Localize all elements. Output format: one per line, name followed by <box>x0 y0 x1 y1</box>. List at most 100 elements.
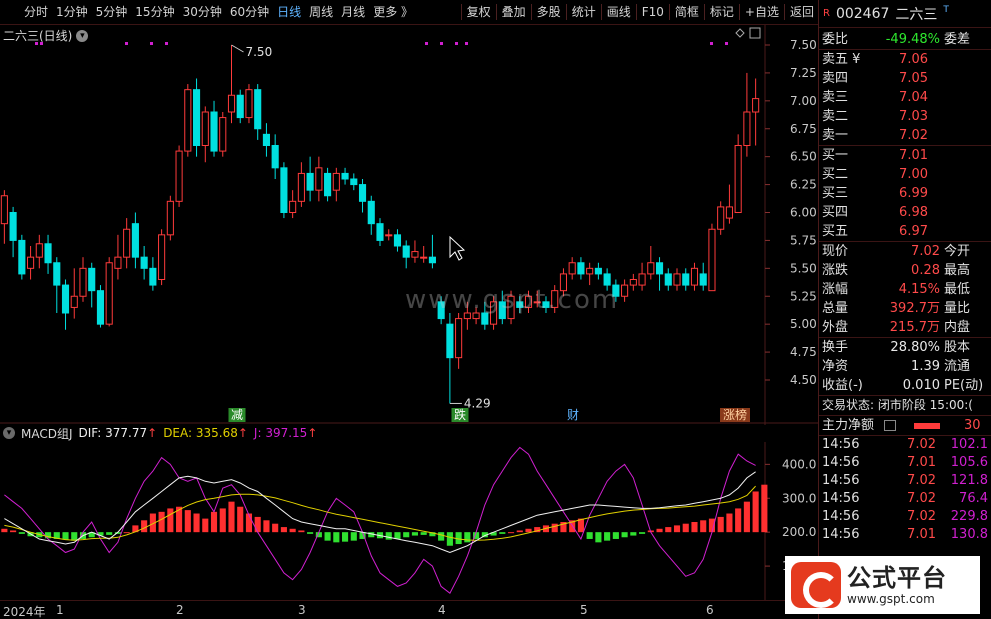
candle <box>341 172 349 180</box>
ask-row[interactable]: 卖五 ¥ 7.06 <box>819 50 991 69</box>
stat-row: 换手 28.80% 股本 <box>819 338 991 357</box>
toolbar-button[interactable]: 简框 <box>671 0 703 25</box>
toolbar-button[interactable]: 叠加 <box>498 0 530 25</box>
main-flow-row[interactable]: 主力净额 30 <box>819 416 991 435</box>
macd-bar <box>141 520 148 533</box>
webi-label: 委比 <box>822 32 849 47</box>
bid-row[interactable]: 买五 6.97 <box>819 222 991 241</box>
bid-row[interactable]: 买二 7.00 <box>819 165 991 184</box>
toolbar-button[interactable]: 返回 <box>786 0 818 25</box>
stat-label: 换手 <box>822 340 849 355</box>
event-marker-label[interactable]: 涨榜 <box>723 407 747 422</box>
event-marker-label[interactable]: 财 <box>567 408 579 422</box>
ask-row[interactable]: 卖三 7.04 <box>819 88 991 107</box>
webi-value: -49.48% <box>885 32 940 47</box>
price-tick-label: 5.00 <box>790 317 817 331</box>
macd-bar <box>350 532 357 541</box>
event-marker-label[interactable]: 跌 <box>454 407 466 422</box>
kline-chart[interactable]: 7.50 7.25 7.00 6.75 6.50 6.25 6.00 5.75 5.50 5.25… <box>0 25 818 425</box>
period-tab[interactable]: 60分钟 <box>226 0 273 25</box>
candle <box>254 89 262 130</box>
period-tab[interactable]: 周线 <box>305 0 337 25</box>
quote-label-2: 量比 <box>944 301 971 316</box>
candle <box>315 167 323 191</box>
macd-dea-label: DEA: 335.68 <box>163 426 238 440</box>
tick-list[interactable]: 14:56 7.02 102.1 14:56 7.01 105.6 14:56 7.02 121… <box>819 436 991 544</box>
candle <box>673 273 681 286</box>
candle <box>594 267 602 275</box>
candle <box>271 145 279 169</box>
macd-bar <box>298 530 305 533</box>
period-tab[interactable]: 日线 <box>273 0 305 25</box>
period-tab[interactable]: 5分钟 <box>92 0 132 25</box>
macd-dea-line <box>4 485 756 541</box>
level-label: 买五 <box>822 224 849 239</box>
bid-book: 买一 7.01 买二 7.00 买三 6.99 买四 6.98 买五 6.97 <box>819 146 991 241</box>
ask-book: 卖五 ¥ 7.06 卖四 7.05 卖三 7.04 卖二 7.03 卖一 7.02 <box>819 50 991 145</box>
list-icon[interactable] <box>884 420 896 431</box>
macd-bar <box>394 532 401 539</box>
diamond-icon[interactable] <box>735 28 745 38</box>
toolbar-button[interactable]: 多股 <box>533 0 565 25</box>
macd-chart[interactable]: 400.0300.0200.0100.0 <box>0 442 818 600</box>
level-label: 卖四 <box>822 71 849 86</box>
price-tick-label: 6.50 <box>790 150 817 164</box>
candle <box>114 256 122 269</box>
ask-row[interactable]: 卖四 7.05 <box>819 69 991 88</box>
candle <box>70 295 78 308</box>
stat-row: 净资 1.39 流通 <box>819 357 991 376</box>
webi-row: 委比 -49.48% 委差 <box>819 30 991 49</box>
toolbar-button[interactable]: F10 <box>638 0 668 25</box>
macd-tick-label: 300.0 <box>782 491 816 505</box>
candle <box>175 150 183 202</box>
ask-row[interactable]: 卖一 7.02 <box>819 126 991 145</box>
toolbar-button[interactable]: 标记 <box>706 0 738 25</box>
stat-row: 收益(-) 0.010 PE(动) <box>819 376 991 395</box>
candle <box>385 234 393 237</box>
tick-volume: 130.8 <box>950 527 988 542</box>
candle <box>690 267 699 286</box>
toolbar-button[interactable]: +自选 <box>741 0 783 25</box>
macd-bar <box>604 532 611 541</box>
quote-row: 总量 392.7万 量比 <box>819 299 991 318</box>
macd-bar <box>525 528 532 533</box>
macd-bar <box>735 508 742 533</box>
candle <box>682 273 690 286</box>
signal-dot <box>425 42 428 45</box>
tick-price: 7.02 <box>907 473 936 488</box>
ask-row[interactable]: 卖二 7.03 <box>819 107 991 126</box>
period-tab[interactable]: 15分钟 <box>131 0 178 25</box>
level-label: 买三 <box>822 186 849 201</box>
macd-tick-label: 200.0 <box>782 525 816 539</box>
macd-tick-label: 400.0 <box>782 457 816 471</box>
period-tab[interactable]: 分时 <box>0 0 52 25</box>
bid-row[interactable]: 买一 7.01 <box>819 146 991 165</box>
period-tab[interactable]: 更多 》 <box>369 0 417 25</box>
tick-price: 7.01 <box>907 455 936 470</box>
stock-stats: 换手 28.80% 股本 净资 1.39 流通 收益(-) 0.010 PE(动) <box>819 338 991 395</box>
candle <box>79 267 87 297</box>
period-toolbar: 分时 1分钟 5分钟 15分钟 30分钟 60分钟 日线 周线 月线 更多 》 复权 叠加 多股 统计 画线… <box>0 0 818 25</box>
chevron-down-icon[interactable]: ▾ <box>3 427 15 439</box>
signal-dot <box>165 42 168 45</box>
quote-label-2: 今开 <box>944 244 971 259</box>
event-marker-label[interactable]: 减 <box>231 408 243 422</box>
bid-row[interactable]: 买四 6.98 <box>819 203 991 222</box>
toolbar-button[interactable]: 统计 <box>568 0 600 25</box>
toolbar-button[interactable]: 画线 <box>603 0 635 25</box>
period-tab[interactable]: 30分钟 <box>179 0 226 25</box>
period-tab[interactable]: 月线 <box>337 0 369 25</box>
toolbar-divider <box>703 4 705 20</box>
expand-icon[interactable] <box>749 27 761 39</box>
candle <box>245 89 253 119</box>
macd-bar <box>499 532 506 534</box>
signal-dot <box>440 42 443 45</box>
macd-bar <box>691 522 698 533</box>
brand-logo-icon <box>791 562 841 608</box>
macd-bar <box>516 530 523 533</box>
bid-row[interactable]: 买三 6.99 <box>819 184 991 203</box>
macd-bar <box>507 532 515 534</box>
macd-j-label: J: 397.15 <box>253 426 308 440</box>
toolbar-button[interactable]: 复权 <box>463 0 495 25</box>
period-tab[interactable]: 1分钟 <box>52 0 92 25</box>
